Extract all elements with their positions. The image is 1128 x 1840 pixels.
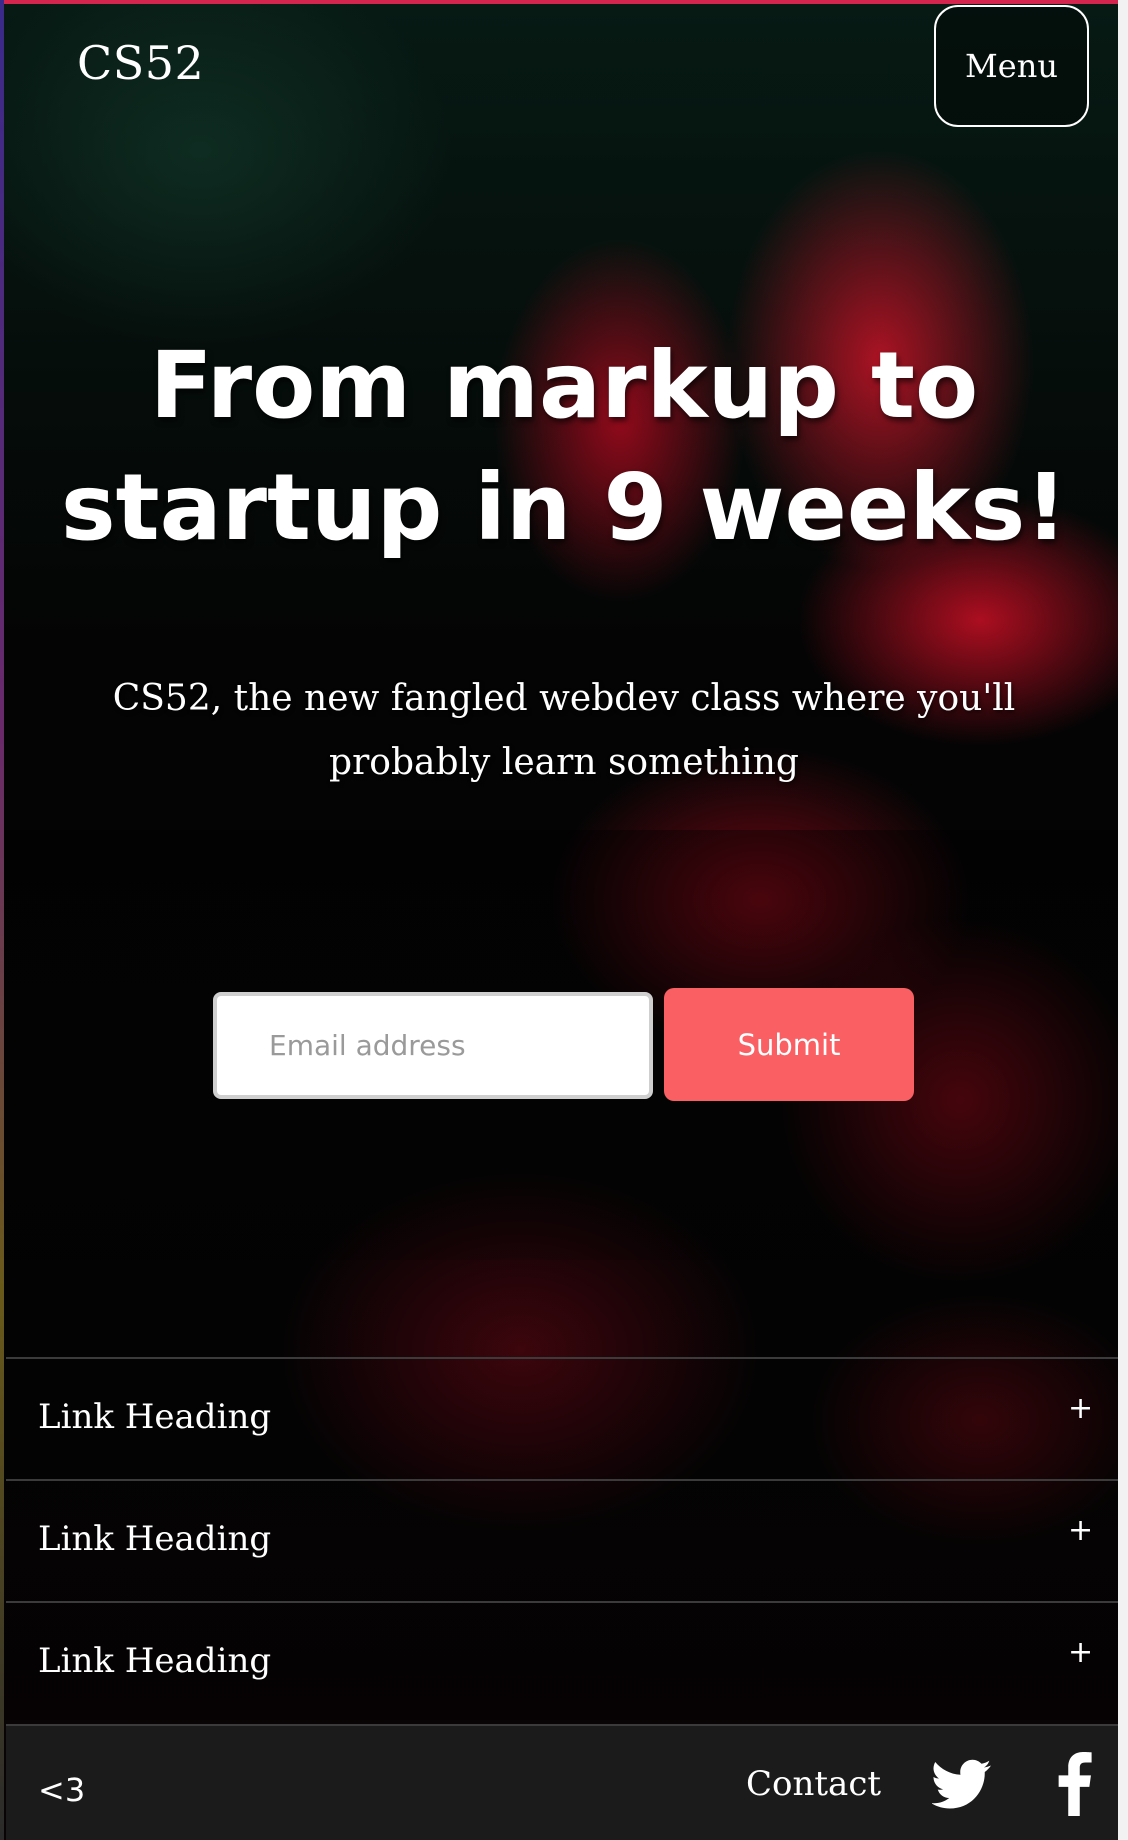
left-edge: [0, 0, 4, 1840]
link-heading: Link Heading: [38, 1641, 272, 1681]
contact-link[interactable]: Contact: [746, 1764, 881, 1804]
menu-button[interactable]: Menu: [934, 5, 1089, 127]
hero-title: From markup to startup in 9 weeks!: [60, 332, 1068, 561]
link-row[interactable]: Link Heading +: [6, 1601, 1122, 1723]
footer-tagline: <3: [38, 1771, 86, 1809]
brand-logo[interactable]: CS52: [77, 36, 204, 90]
link-heading: Link Heading: [38, 1519, 272, 1559]
plus-icon[interactable]: +: [1068, 1394, 1093, 1424]
page: CS52 Menu From markup to startup in 9 we…: [0, 0, 1128, 1840]
hero-subtitle: CS52, the new fangled webdev class where…: [112, 678, 1016, 783]
link-row[interactable]: Link Heading +: [6, 1357, 1122, 1479]
submit-button[interactable]: Submit: [664, 988, 914, 1101]
facebook-icon[interactable]: [1054, 1752, 1094, 1816]
twitter-icon[interactable]: [932, 1754, 992, 1814]
scrollbar-track[interactable]: [1118, 0, 1128, 1840]
link-heading: Link Heading: [38, 1397, 272, 1437]
plus-icon[interactable]: +: [1068, 1638, 1093, 1668]
link-row[interactable]: Link Heading +: [6, 1479, 1122, 1601]
footer: <3 Contact: [6, 1724, 1122, 1840]
email-input[interactable]: [213, 992, 653, 1099]
plus-icon[interactable]: +: [1068, 1516, 1093, 1546]
top-accent-bar: [0, 0, 1128, 4]
